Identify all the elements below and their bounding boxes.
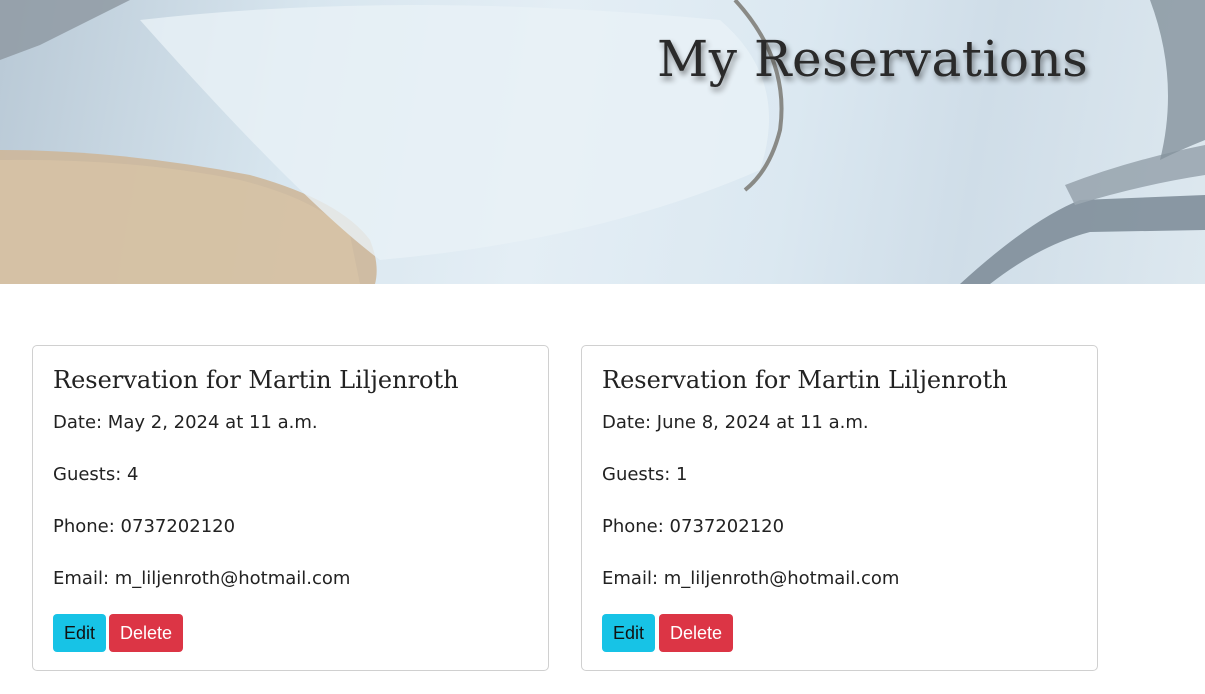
- reservation-date: Date: June 8, 2024 at 11 a.m.: [602, 412, 869, 433]
- reservation-title: Reservation for Martin Liljenroth: [602, 366, 1008, 394]
- edit-button[interactable]: Edit: [53, 614, 107, 652]
- hero-banner: My Reservations: [0, 0, 1205, 284]
- edit-button[interactable]: Edit: [602, 614, 656, 652]
- reservation-card: Reservation for Martin Liljenroth Date: …: [581, 345, 1098, 671]
- reservation-card: Reservation for Martin Liljenroth Date: …: [32, 345, 549, 671]
- reservation-guests: Guests: 4: [53, 464, 139, 485]
- reservation-email: Email: m_liljenroth@hotmail.com: [53, 568, 351, 589]
- reservation-email: Email: m_liljenroth@hotmail.com: [602, 568, 900, 589]
- reservation-title: Reservation for Martin Liljenroth: [53, 366, 459, 394]
- delete-button[interactable]: Delete: [659, 614, 734, 652]
- reservation-phone: Phone: 0737202120: [53, 516, 236, 537]
- reservation-phone: Phone: 0737202120: [602, 516, 785, 537]
- reservation-date: Date: May 2, 2024 at 11 a.m.: [53, 412, 318, 433]
- page-title: My Reservations: [657, 30, 1089, 88]
- reservation-guests: Guests: 1: [602, 464, 688, 485]
- delete-button[interactable]: Delete: [109, 614, 184, 652]
